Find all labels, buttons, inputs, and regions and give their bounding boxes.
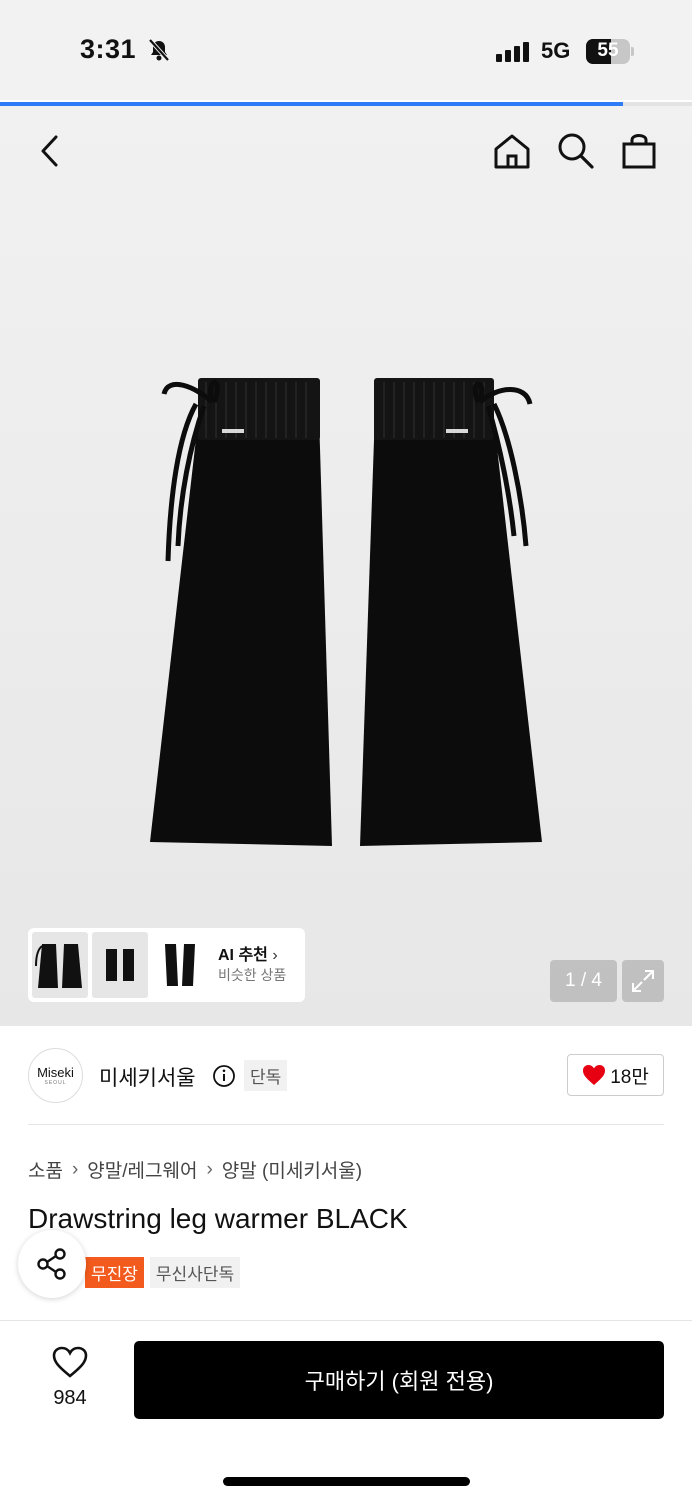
image-counter: 1 / 4 [550,960,617,1002]
exclusive-badge: 단독 [244,1060,288,1091]
brand-logo[interactable]: Miseki SEOUL [28,1048,83,1103]
home-indicator [223,1477,470,1486]
back-icon[interactable] [36,134,64,168]
exclusive-badge: 무신사단독 [149,1257,241,1288]
ai-recommend-link[interactable]: AI 추천 › 비슷한 상품 [218,946,286,985]
thumbnail-2[interactable] [92,932,148,998]
info-icon[interactable] [212,1064,236,1088]
promo-badge: 무진장 [85,1257,144,1288]
expand-icon [632,970,654,992]
network-type: 5G [541,38,571,63]
chevron-right-icon: › [206,1158,213,1180]
breadcrumb-item[interactable]: 소품 [28,1156,63,1183]
ai-recommend-subtitle: 비슷한 상품 [218,967,287,984]
battery-icon: 55 [586,39,630,64]
heart-outline-icon [52,1346,88,1378]
bag-icon[interactable] [620,130,658,170]
signal-icon [496,42,529,62]
product-image [150,378,542,846]
wishlist-button[interactable]: 984 [40,1346,100,1410]
bell-muted-icon [148,38,170,62]
search-icon[interactable] [556,131,596,171]
breadcrumb-item[interactable]: 양말 (미세키서울) [222,1156,362,1183]
thumbnail-image [106,949,134,981]
brand-logo-subtext: SEOUL [44,1080,67,1086]
breadcrumb: 소품 › 양말/레그웨어 › 양말 (미세키서울) [28,1156,362,1183]
brand-logo-text: Miseki [37,1065,74,1080]
brand-like-count: 18만 [610,1066,649,1088]
status-bar: 3:31 5G 55 [0,0,692,100]
breadcrumb-item[interactable]: 양말/레그웨어 [87,1156,197,1183]
brand-name[interactable]: 미세키서울 [99,1062,196,1092]
thumbnail-image [35,944,82,988]
brand-like-button[interactable]: 18만 [567,1054,664,1096]
chevron-right-icon: › [71,1158,79,1180]
thumbnail-3[interactable] [152,932,208,998]
share-icon [37,1248,66,1280]
home-icon[interactable] [493,132,531,170]
share-button[interactable] [18,1230,86,1298]
product-tags: 무진장 무신사단독 [85,1257,241,1288]
thumbnail-1[interactable] [32,932,88,998]
buy-button[interactable]: 구매하기 (회원 전용) [134,1341,664,1419]
chevron-right-icon: › [272,946,278,964]
product-gallery[interactable] [0,106,692,1026]
status-time: 3:31 [80,34,137,64]
thumbnail-strip: AI 추천 › 비슷한 상품 [28,928,305,1002]
expand-button[interactable] [622,960,664,1002]
ai-recommend-title: AI 추천 [218,946,268,964]
product-title: Drawstring leg warmer BLACK [28,1203,408,1234]
heart-filled-icon [583,1065,606,1085]
battery-level: 55 [597,40,619,61]
divider [28,1124,664,1125]
brand-row: Miseki SEOUL 미세키서울 단독 18만 [28,1046,664,1106]
wishlist-count: 984 [53,1387,87,1409]
thumbnail-image [165,944,195,986]
